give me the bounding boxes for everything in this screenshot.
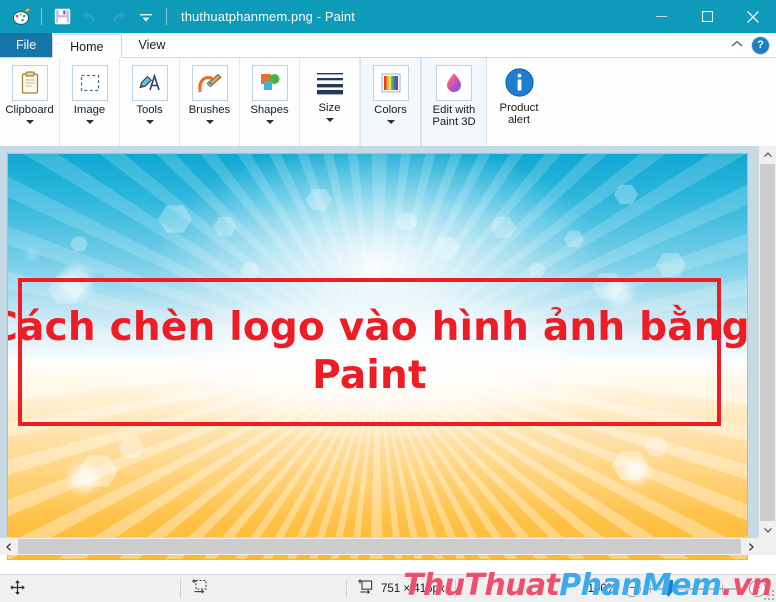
selection-size-icon bbox=[191, 579, 208, 598]
select-rectangle-icon bbox=[71, 65, 108, 101]
paint-window: thuthuatphanmem.png - Paint File Home Vi… bbox=[0, 0, 776, 602]
watermark-part-2: PhanMem bbox=[559, 568, 722, 602]
close-button[interactable] bbox=[730, 0, 776, 33]
brush-icon bbox=[191, 65, 228, 101]
window-title: thuthuatphanmem.png - Paint bbox=[181, 9, 355, 24]
help-icon[interactable]: ? bbox=[751, 35, 770, 55]
image-title-box: Cách chèn logo vào hình ảnh bằng Paint bbox=[8, 278, 747, 426]
ribbon-button-product-alert[interactable]: Product alert bbox=[488, 61, 550, 126]
save-icon[interactable] bbox=[49, 4, 75, 30]
ribbon-group-tools: Tools bbox=[120, 58, 180, 146]
clipboard-icon bbox=[11, 65, 48, 101]
ribbon-label-product-alert-line1: Product bbox=[499, 102, 539, 114]
window-controls bbox=[638, 0, 776, 33]
image-title-line-1: Cách chèn logo vào hình ảnh bằng bbox=[8, 305, 747, 350]
watermark-part-3: .vn bbox=[721, 568, 772, 602]
chevron-down-icon[interactable] bbox=[265, 120, 274, 124]
watermark-part-1: ThuThuat bbox=[403, 568, 560, 602]
info-alert-icon bbox=[502, 65, 536, 99]
ribbon-label-shapes: Shapes bbox=[250, 104, 289, 116]
canvas-image-content: Cách chèn logo vào hình ảnh bằng Paint bbox=[8, 154, 747, 559]
ribbon-button-brushes[interactable]: Brushes bbox=[181, 61, 238, 124]
ribbon-label-clipboard: Clipboard bbox=[5, 104, 54, 116]
ribbon-group-paint3d: Edit with Paint 3D bbox=[421, 58, 487, 146]
ribbon-button-edit-with-paint-3d[interactable]: Edit with Paint 3D bbox=[423, 61, 485, 128]
tab-file[interactable]: File bbox=[0, 33, 53, 57]
ribbon-label-paint3d-line1: Edit with bbox=[432, 104, 476, 116]
title-bar: thuthuatphanmem.png - Paint bbox=[0, 0, 776, 33]
ribbon-button-colors[interactable]: Colors bbox=[362, 61, 419, 124]
ribbon-button-tools[interactable]: Tools bbox=[121, 61, 178, 124]
tools-pencil-icon bbox=[131, 65, 168, 101]
line-size-icon bbox=[313, 65, 347, 99]
status-cursor-position bbox=[0, 575, 180, 602]
scroll-left-arrow-icon[interactable] bbox=[0, 538, 17, 555]
ribbon-button-image[interactable]: Image bbox=[61, 61, 118, 124]
ribbon: Clipboard Image Tools Brushes Shapes Siz… bbox=[0, 58, 776, 147]
watermark: ThuThuatPhanMem.vn bbox=[403, 569, 772, 602]
scrollbar-corner bbox=[759, 538, 776, 555]
bokeh-decoration bbox=[70, 464, 98, 492]
ribbon-group-shapes: Shapes bbox=[240, 58, 300, 146]
ribbon-group-size: Size bbox=[300, 58, 360, 146]
image-size-icon bbox=[357, 579, 374, 598]
tab-home[interactable]: Home bbox=[52, 34, 122, 58]
chevron-down-icon[interactable] bbox=[85, 120, 94, 124]
status-selection-size bbox=[181, 575, 346, 602]
minimize-button[interactable] bbox=[638, 0, 684, 33]
bokeh-decoration bbox=[624, 460, 648, 484]
color-palette-icon bbox=[372, 65, 409, 101]
tabstrip-right-controls: ? bbox=[731, 33, 770, 57]
qat-divider-2 bbox=[166, 8, 167, 25]
qat-divider-1 bbox=[41, 8, 42, 25]
tab-view[interactable]: View bbox=[122, 33, 183, 57]
scroll-right-arrow-icon[interactable] bbox=[742, 538, 759, 555]
paint-app-icon[interactable] bbox=[8, 4, 34, 30]
maximize-button[interactable] bbox=[684, 0, 730, 33]
paint3d-icon bbox=[436, 65, 472, 101]
image-canvas[interactable]: Cách chèn logo vào hình ảnh bằng Paint bbox=[8, 154, 747, 559]
scroll-up-arrow-icon[interactable] bbox=[759, 146, 776, 163]
undo-icon[interactable] bbox=[77, 4, 103, 30]
ribbon-button-shapes[interactable]: Shapes bbox=[241, 61, 298, 124]
ribbon-label-brushes: Brushes bbox=[188, 104, 231, 116]
scroll-down-arrow-icon[interactable] bbox=[759, 521, 776, 538]
collapse-ribbon-icon[interactable] bbox=[731, 39, 743, 51]
ribbon-tab-strip: File Home View ? bbox=[0, 33, 776, 58]
chevron-down-icon[interactable] bbox=[205, 120, 214, 124]
canvas-work-area: Cách chèn logo vào hình ảnh bằng Paint bbox=[0, 146, 776, 559]
ribbon-label-product-alert-line2: alert bbox=[508, 114, 530, 126]
vertical-scrollbar[interactable] bbox=[758, 146, 776, 539]
ribbon-group-colors: Colors bbox=[360, 58, 421, 146]
ribbon-button-size[interactable]: Size bbox=[301, 61, 358, 122]
ribbon-label-size: Size bbox=[318, 102, 341, 114]
bokeh-decoration bbox=[28, 250, 36, 258]
ribbon-group-image: Image bbox=[60, 58, 120, 146]
chevron-down-icon[interactable] bbox=[386, 120, 395, 124]
vertical-scroll-thumb[interactable] bbox=[760, 164, 775, 539]
chevron-down-icon[interactable] bbox=[325, 118, 334, 122]
customize-qat-icon[interactable] bbox=[133, 4, 159, 30]
ribbon-label-image: Image bbox=[73, 104, 106, 116]
shapes-icon bbox=[251, 65, 288, 101]
ribbon-label-paint3d-line2: Paint 3D bbox=[432, 116, 476, 128]
redo-icon[interactable] bbox=[105, 4, 131, 30]
image-title-line-2: Paint bbox=[312, 353, 427, 398]
ribbon-label-colors: Colors bbox=[374, 104, 407, 116]
ribbon-button-clipboard[interactable]: Clipboard bbox=[1, 61, 58, 124]
horizontal-scrollbar[interactable] bbox=[0, 537, 759, 555]
ribbon-group-clipboard: Clipboard bbox=[0, 58, 60, 146]
ribbon-label-tools: Tools bbox=[136, 104, 163, 116]
ribbon-group-brushes: Brushes bbox=[180, 58, 240, 146]
ribbon-group-product-alert: Product alert bbox=[487, 58, 551, 146]
chevron-down-icon[interactable] bbox=[25, 120, 34, 124]
chevron-down-icon[interactable] bbox=[145, 120, 154, 124]
cursor-position-icon bbox=[10, 579, 25, 598]
quick-access-toolbar bbox=[0, 0, 172, 33]
horizontal-scroll-thumb[interactable] bbox=[18, 539, 741, 554]
